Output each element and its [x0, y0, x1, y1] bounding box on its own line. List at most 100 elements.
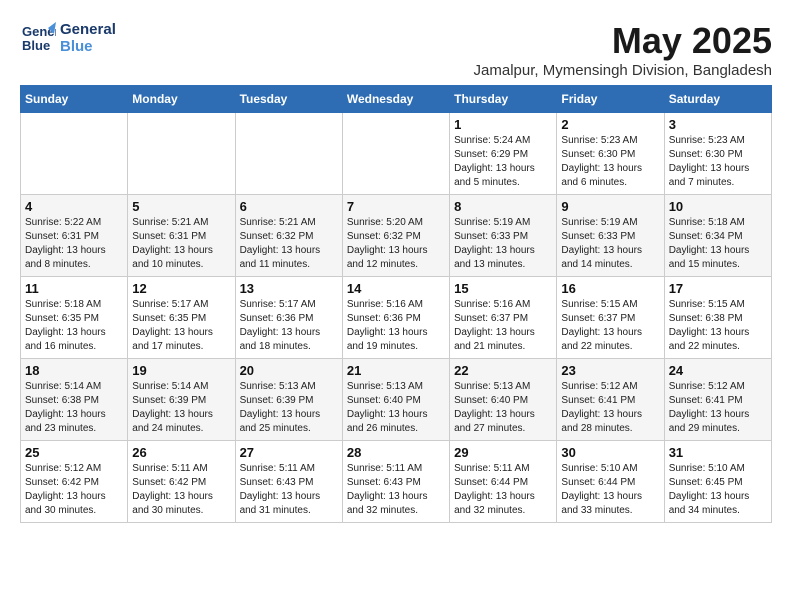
day-cell — [342, 113, 449, 195]
day-info: Sunrise: 5:16 AM Sunset: 6:37 PM Dayligh… — [454, 298, 552, 354]
day-number: 20 — [240, 363, 338, 378]
day-number: 10 — [669, 199, 767, 214]
day-number: 26 — [132, 445, 230, 460]
day-number: 18 — [25, 363, 123, 378]
column-header-friday: Friday — [557, 86, 664, 113]
day-number: 8 — [454, 199, 552, 214]
column-header-tuesday: Tuesday — [235, 86, 342, 113]
day-cell: 24Sunrise: 5:12 AM Sunset: 6:41 PM Dayli… — [664, 359, 771, 441]
calendar-body: 1Sunrise: 5:24 AM Sunset: 6:29 PM Daylig… — [21, 113, 772, 523]
calendar-title: May 2025 — [474, 20, 772, 62]
day-number: 4 — [25, 199, 123, 214]
day-cell: 14 Sunrise: 5:16 AM Sunset: 6:36 PM Dayli… — [342, 277, 449, 359]
day-info: Sunrise: 5:19 AM Sunset: 6:33 PM Dayligh… — [454, 216, 552, 272]
day-cell: 15 Sunrise: 5:16 AM Sunset: 6:37 PM Dayli… — [450, 277, 557, 359]
day-cell: 29Sunrise: 5:11 AM Sunset: 6:44 PM Dayli… — [450, 441, 557, 523]
day-info: Sunrise: 5:20 AM Sunset: 6:32 PM Dayligh… — [347, 216, 445, 272]
logo-icon: General Blue — [20, 20, 56, 56]
day-number: 21 — [347, 363, 445, 378]
day-number: 25 — [25, 445, 123, 460]
day-info: Sunrise: 5:23 AM Sunset: 6:30 PM Dayligh… — [669, 134, 767, 190]
day-cell: 11 Sunrise: 5:18 AM Sunset: 6:35 PM Dayli… — [21, 277, 128, 359]
logo: General Blue General Blue — [20, 20, 116, 56]
day-info: Sunrise: 5:22 AM Sunset: 6:31 PM Dayligh… — [25, 216, 123, 272]
day-cell — [128, 113, 235, 195]
column-header-saturday: Saturday — [664, 86, 771, 113]
week-row-2: 4 Sunrise: 5:22 AM Sunset: 6:31 PM Daylig… — [21, 195, 772, 277]
calendar-table: SundayMondayTuesdayWednesdayThursdayFrid… — [20, 85, 772, 523]
day-info: Sunrise: 5:16 AM Sunset: 6:36 PM Dayligh… — [347, 298, 445, 354]
day-number: 9 — [561, 199, 659, 214]
day-info: Sunrise: 5:11 AM Sunset: 6:44 PM Dayligh… — [454, 462, 552, 518]
header: General Blue General Blue May 2025 Jamal… — [20, 20, 772, 79]
day-info: Sunrise: 5:13 AM Sunset: 6:40 PM Dayligh… — [347, 380, 445, 436]
day-number: 15 — [454, 281, 552, 296]
day-number: 17 — [669, 281, 767, 296]
day-number: 14 — [347, 281, 445, 296]
day-number: 5 — [132, 199, 230, 214]
day-info: Sunrise: 5:10 AM Sunset: 6:45 PM Dayligh… — [669, 462, 767, 518]
svg-text:Blue: Blue — [22, 38, 50, 53]
day-info: Sunrise: 5:15 AM Sunset: 6:37 PM Dayligh… — [561, 298, 659, 354]
day-number: 22 — [454, 363, 552, 378]
day-info: Sunrise: 5:12 AM Sunset: 6:42 PM Dayligh… — [25, 462, 123, 518]
day-info: Sunrise: 5:13 AM Sunset: 6:40 PM Dayligh… — [454, 380, 552, 436]
day-info: Sunrise: 5:11 AM Sunset: 6:43 PM Dayligh… — [240, 462, 338, 518]
week-row-1: 1Sunrise: 5:24 AM Sunset: 6:29 PM Daylig… — [21, 113, 772, 195]
day-info: Sunrise: 5:15 AM Sunset: 6:38 PM Dayligh… — [669, 298, 767, 354]
calendar-header-row: SundayMondayTuesdayWednesdayThursdayFrid… — [21, 86, 772, 113]
logo-line1: General — [60, 21, 116, 38]
week-row-3: 11 Sunrise: 5:18 AM Sunset: 6:35 PM Dayli… — [21, 277, 772, 359]
calendar-subtitle: Jamalpur, Mymensingh Division, Banglades… — [474, 62, 772, 79]
title-section: May 2025 Jamalpur, Mymensingh Division, … — [474, 20, 772, 79]
day-info: Sunrise: 5:24 AM Sunset: 6:29 PM Dayligh… — [454, 134, 552, 190]
day-number: 27 — [240, 445, 338, 460]
day-number: 24 — [669, 363, 767, 378]
day-cell: 3 Sunrise: 5:23 AM Sunset: 6:30 PM Daylig… — [664, 113, 771, 195]
day-cell: 19Sunrise: 5:14 AM Sunset: 6:39 PM Dayli… — [128, 359, 235, 441]
day-cell: 28Sunrise: 5:11 AM Sunset: 6:43 PM Dayli… — [342, 441, 449, 523]
day-cell: 23Sunrise: 5:12 AM Sunset: 6:41 PM Dayli… — [557, 359, 664, 441]
day-cell — [235, 113, 342, 195]
day-number: 3 — [669, 117, 767, 132]
logo-line2: Blue — [60, 38, 116, 55]
day-number: 7 — [347, 199, 445, 214]
day-cell: 18Sunrise: 5:14 AM Sunset: 6:38 PM Dayli… — [21, 359, 128, 441]
day-info: Sunrise: 5:23 AM Sunset: 6:30 PM Dayligh… — [561, 134, 659, 190]
day-info: Sunrise: 5:18 AM Sunset: 6:35 PM Dayligh… — [25, 298, 123, 354]
day-cell: 10 Sunrise: 5:18 AM Sunset: 6:34 PM Dayli… — [664, 195, 771, 277]
day-number: 31 — [669, 445, 767, 460]
day-cell: 6 Sunrise: 5:21 AM Sunset: 6:32 PM Daylig… — [235, 195, 342, 277]
day-info: Sunrise: 5:17 AM Sunset: 6:35 PM Dayligh… — [132, 298, 230, 354]
day-number: 11 — [25, 281, 123, 296]
day-info: Sunrise: 5:11 AM Sunset: 6:42 PM Dayligh… — [132, 462, 230, 518]
column-header-monday: Monday — [128, 86, 235, 113]
day-number: 19 — [132, 363, 230, 378]
day-cell: 2 Sunrise: 5:23 AM Sunset: 6:30 PM Daylig… — [557, 113, 664, 195]
day-info: Sunrise: 5:11 AM Sunset: 6:43 PM Dayligh… — [347, 462, 445, 518]
day-info: Sunrise: 5:18 AM Sunset: 6:34 PM Dayligh… — [669, 216, 767, 272]
day-cell: 21 Sunrise: 5:13 AM Sunset: 6:40 PM Dayli… — [342, 359, 449, 441]
day-cell: 20 Sunrise: 5:13 AM Sunset: 6:39 PM Dayli… — [235, 359, 342, 441]
day-info: Sunrise: 5:12 AM Sunset: 6:41 PM Dayligh… — [561, 380, 659, 436]
day-cell: 25 Sunrise: 5:12 AM Sunset: 6:42 PM Dayli… — [21, 441, 128, 523]
day-cell: 30Sunrise: 5:10 AM Sunset: 6:44 PM Dayli… — [557, 441, 664, 523]
day-info: Sunrise: 5:10 AM Sunset: 6:44 PM Dayligh… — [561, 462, 659, 518]
day-cell: 13Sunrise: 5:17 AM Sunset: 6:36 PM Dayli… — [235, 277, 342, 359]
day-number: 16 — [561, 281, 659, 296]
day-cell: 9Sunrise: 5:19 AM Sunset: 6:33 PM Daylig… — [557, 195, 664, 277]
day-cell: 8 Sunrise: 5:19 AM Sunset: 6:33 PM Daylig… — [450, 195, 557, 277]
column-header-thursday: Thursday — [450, 86, 557, 113]
day-number: 2 — [561, 117, 659, 132]
week-row-5: 25 Sunrise: 5:12 AM Sunset: 6:42 PM Dayli… — [21, 441, 772, 523]
day-cell: 5Sunrise: 5:21 AM Sunset: 6:31 PM Daylig… — [128, 195, 235, 277]
day-cell: 16 Sunrise: 5:15 AM Sunset: 6:37 PM Dayli… — [557, 277, 664, 359]
day-cell: 27 Sunrise: 5:11 AM Sunset: 6:43 PM Dayli… — [235, 441, 342, 523]
day-cell — [21, 113, 128, 195]
day-info: Sunrise: 5:21 AM Sunset: 6:32 PM Dayligh… — [240, 216, 338, 272]
week-row-4: 18Sunrise: 5:14 AM Sunset: 6:38 PM Dayli… — [21, 359, 772, 441]
day-cell: 7 Sunrise: 5:20 AM Sunset: 6:32 PM Daylig… — [342, 195, 449, 277]
day-number: 6 — [240, 199, 338, 214]
day-cell: 12Sunrise: 5:17 AM Sunset: 6:35 PM Dayli… — [128, 277, 235, 359]
day-info: Sunrise: 5:13 AM Sunset: 6:39 PM Dayligh… — [240, 380, 338, 436]
